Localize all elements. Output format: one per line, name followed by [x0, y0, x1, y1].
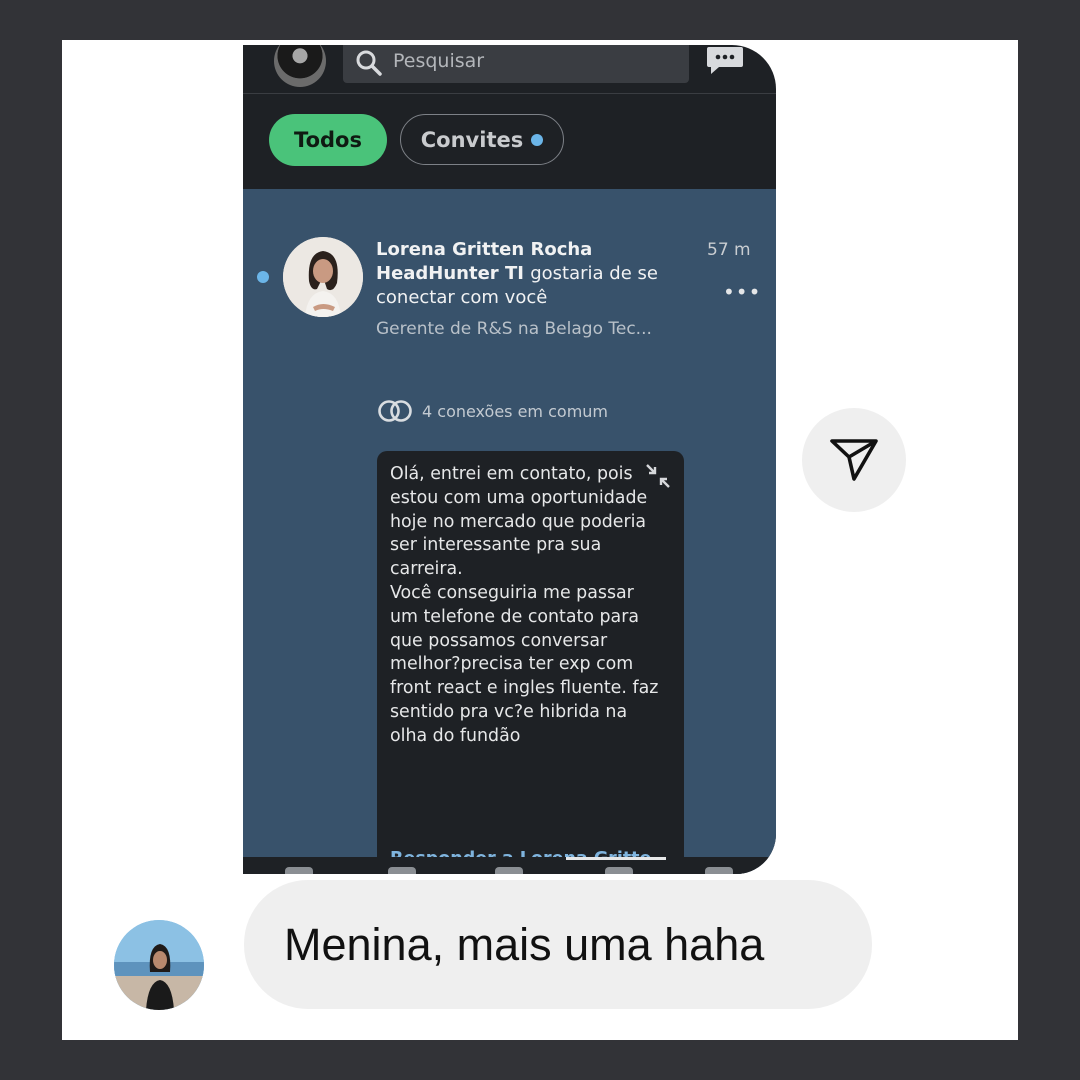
avatar[interactable] — [274, 45, 326, 87]
chat-message-text: Menina, mais uma haha — [284, 918, 765, 970]
mutual-connections-icon — [378, 400, 412, 422]
embedded-screenshot: Pesquisar Todos Convites Lorena Gritten — [243, 45, 776, 874]
filter-invites-label: Convites — [420, 127, 524, 152]
chat-message-bubble: Menina, mais uma haha — [244, 880, 872, 1009]
profile-photo[interactable] — [283, 237, 363, 317]
avatar[interactable] — [114, 920, 204, 1010]
filter-invites-chip[interactable]: Convites — [400, 114, 564, 165]
sender-headline: Gerente de R&S na Belago Tec... — [376, 319, 652, 339]
mutual-connections-label: 4 conexões em comum — [422, 401, 608, 421]
filter-all-chip[interactable]: Todos — [269, 114, 387, 166]
mutual-connections[interactable]: 4 conexões em comum — [376, 399, 608, 423]
filter-bar: Todos Convites — [243, 94, 776, 189]
sender-title: HeadHunter TI — [376, 263, 524, 284]
nav-item-home[interactable] — [285, 867, 313, 874]
send-icon — [830, 439, 878, 481]
invitation-text[interactable]: Lorena Gritten Rocha HeadHunter TI gosta… — [376, 238, 696, 310]
top-bar: Pesquisar — [243, 45, 776, 94]
nav-active-indicator — [566, 857, 666, 860]
bottom-nav — [243, 857, 776, 874]
share-button[interactable] — [802, 408, 906, 512]
collapse-icon[interactable] — [645, 463, 671, 493]
search-input[interactable]: Pesquisar — [343, 45, 689, 83]
unread-dot — [257, 271, 269, 283]
invitation-card[interactable]: Lorena Gritten Rocha HeadHunter TI gosta… — [243, 189, 776, 874]
message-body: Olá, entrei em contato, pois estou com u… — [390, 464, 659, 746]
nav-item-jobs[interactable] — [705, 867, 733, 874]
unread-indicator — [531, 133, 544, 146]
search-icon — [355, 49, 383, 81]
search-placeholder: Pesquisar — [393, 50, 485, 72]
invitation-message: Olá, entrei em contato, pois estou com u… — [377, 451, 684, 874]
more-icon[interactable]: ••• — [723, 282, 761, 302]
message-icon[interactable] — [705, 45, 745, 81]
nav-item-notifications[interactable] — [605, 867, 633, 874]
nav-item-network[interactable] — [388, 867, 416, 874]
nav-item-post[interactable] — [495, 867, 523, 874]
filter-all-label: Todos — [294, 128, 362, 152]
timestamp: 57 m — [707, 240, 751, 260]
sender-name: Lorena Gritten Rocha — [376, 239, 593, 260]
